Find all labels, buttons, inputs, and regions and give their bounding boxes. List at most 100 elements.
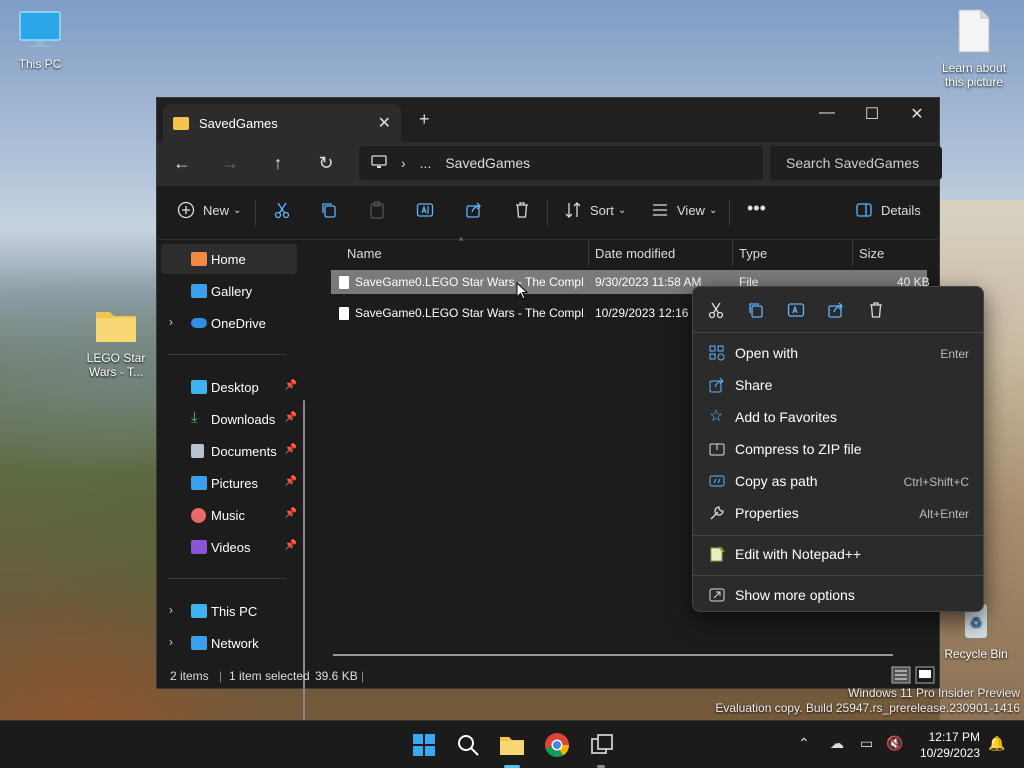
copy-menu-button[interactable] [747, 301, 765, 322]
column-header-date[interactable]: Date modified [595, 246, 675, 261]
close-window-button[interactable]: ✕ [894, 104, 940, 128]
nav-item-videos[interactable]: Videos 📌 [161, 532, 297, 562]
start-button[interactable] [410, 731, 438, 759]
notification-bell-icon[interactable]: 🔔 [988, 735, 1005, 752]
system-clock[interactable]: 12:17 PM 10/29/2023 [920, 729, 980, 761]
forward-button[interactable]: → [219, 153, 241, 174]
back-button[interactable]: ← [171, 153, 193, 174]
nav-scrollbar[interactable] [303, 400, 305, 760]
rename-button[interactable] [416, 201, 434, 219]
search-input[interactable]: Search SavedGames [770, 146, 942, 180]
nav-item-onedrive[interactable]: › OneDrive [161, 308, 297, 338]
nav-item-network[interactable]: › Network [161, 628, 297, 658]
menu-item-shortcut: Enter [940, 347, 969, 361]
menu-item-label: Properties [735, 505, 799, 521]
column-header-type[interactable]: Type [739, 246, 767, 261]
delete-menu-button[interactable] [867, 301, 885, 322]
onedrive-cloud-icon[interactable]: ☁ [830, 735, 844, 752]
menu-item-label: Copy as path [735, 473, 818, 489]
delete-button[interactable] [513, 201, 531, 219]
pin-icon: 📌 [284, 444, 297, 455]
status-divider: | [361, 669, 365, 683]
pin-icon: 📌 [284, 380, 297, 391]
share-menu-button[interactable] [827, 301, 845, 322]
pictures-icon [191, 476, 207, 490]
nav-divider [167, 578, 287, 579]
cut-button[interactable] [273, 201, 291, 219]
minimize-button[interactable]: — [804, 104, 850, 128]
chevron-up-icon[interactable]: ⌃ [798, 735, 810, 752]
share-button[interactable] [465, 201, 483, 219]
new-button[interactable]: New ⌄ [177, 201, 241, 219]
desktop-icon-lego-folder[interactable]: LEGO Star Wars - T... [76, 306, 156, 379]
sort-button[interactable]: Sort ⌄ [564, 201, 626, 219]
menu-item-share[interactable]: Share [693, 369, 983, 401]
up-button[interactable]: ↑ [267, 153, 289, 174]
column-divider[interactable] [852, 240, 853, 266]
taskbar-app[interactable] [588, 731, 616, 759]
nav-item-this-pc[interactable]: › This PC [161, 596, 297, 626]
rename-menu-button[interactable] [787, 301, 805, 322]
taskbar-file-explorer[interactable] [498, 731, 526, 759]
nav-item-desktop[interactable]: Desktop 📌 [161, 372, 297, 402]
chevron-right-icon[interactable]: › [169, 603, 173, 617]
monitor-icon [191, 604, 207, 618]
menu-item-open-with[interactable]: Open with Enter [693, 337, 983, 369]
tiles-view-button[interactable] [915, 666, 935, 687]
search-button[interactable] [454, 731, 482, 759]
column-header-name[interactable]: Name [347, 246, 382, 261]
details-label: Details [881, 202, 921, 218]
menu-item-show-more[interactable]: Show more options [693, 579, 983, 611]
file-date: 10/29/2023 12:16 P [595, 306, 700, 320]
status-bar: 2 items | 1 item selected 39.6 KB | [157, 664, 939, 688]
breadcrumb-current[interactable]: SavedGames [445, 155, 530, 171]
maximize-button[interactable]: ☐ [849, 104, 895, 128]
breadcrumb-overflow[interactable]: ... [420, 155, 432, 171]
column-divider[interactable] [588, 240, 589, 266]
menu-item-add-favorites[interactable]: ☆ Add to Favorites [693, 401, 983, 433]
address-field[interactable]: › ... SavedGames [359, 146, 763, 180]
column-header-size[interactable]: Size [859, 246, 884, 261]
tab-savedgames[interactable]: SavedGames ✕ [163, 104, 401, 142]
menu-divider [693, 575, 983, 576]
clock-date: 10/29/2023 [919, 746, 980, 760]
taskbar-chrome[interactable] [543, 731, 571, 759]
volume-muted-icon[interactable]: 🔇 [886, 735, 903, 752]
plus-circle-icon [177, 201, 195, 219]
chevron-right-icon[interactable]: › [401, 155, 406, 171]
menu-item-properties[interactable]: Properties Alt+Enter [693, 497, 983, 529]
sort-label: Sort [590, 202, 614, 218]
details-pane-button[interactable]: Details [855, 201, 921, 219]
file-name: SaveGame0.LEGO Star Wars - The Compl... [355, 306, 585, 320]
nav-item-music[interactable]: Music 📌 [161, 500, 297, 530]
menu-item-notepad-plus[interactable]: Edit with Notepad++ [693, 538, 983, 570]
chevron-right-icon[interactable]: › [169, 315, 173, 329]
file-name: SaveGame0.LEGO Star Wars - The Compl... [355, 275, 585, 289]
paste-button[interactable] [368, 201, 386, 219]
new-tab-button[interactable]: + [419, 109, 430, 130]
details-view-button[interactable] [891, 666, 911, 687]
nav-item-documents[interactable]: Documents 📌 [161, 436, 297, 466]
view-button[interactable]: View ⌄ [651, 201, 717, 219]
file-icon [339, 306, 349, 320]
navigation-pane: Home Gallery › OneDrive Desktop 📌 ⤓ Down… [157, 240, 307, 760]
cut-menu-button[interactable] [707, 301, 725, 322]
desktop-icon-this-pc[interactable]: This PC [0, 10, 80, 71]
desktop-icon-learn-picture[interactable]: Learn about this picture [934, 8, 1014, 89]
menu-item-compress-zip[interactable]: Compress to ZIP file [693, 433, 983, 465]
nav-item-label: OneDrive [211, 316, 266, 331]
nav-item-gallery[interactable]: Gallery [161, 276, 297, 306]
column-divider[interactable] [732, 240, 733, 266]
menu-item-copy-path[interactable]: Copy as path Ctrl+Shift+C [693, 465, 983, 497]
display-icon[interactable]: ▭ [860, 735, 873, 752]
nav-item-pictures[interactable]: Pictures 📌 [161, 468, 297, 498]
refresh-button[interactable]: ↻ [315, 153, 337, 174]
horizontal-scrollbar[interactable] [333, 654, 893, 656]
more-options-button[interactable]: ••• [747, 198, 766, 219]
copy-button[interactable] [320, 201, 338, 219]
nav-item-downloads[interactable]: ⤓ Downloads 📌 [161, 404, 297, 434]
chevron-right-icon[interactable]: › [169, 635, 173, 649]
nav-item-home[interactable]: Home [161, 244, 297, 274]
desktop-icon [191, 380, 207, 394]
close-tab-icon[interactable]: ✕ [378, 113, 391, 133]
